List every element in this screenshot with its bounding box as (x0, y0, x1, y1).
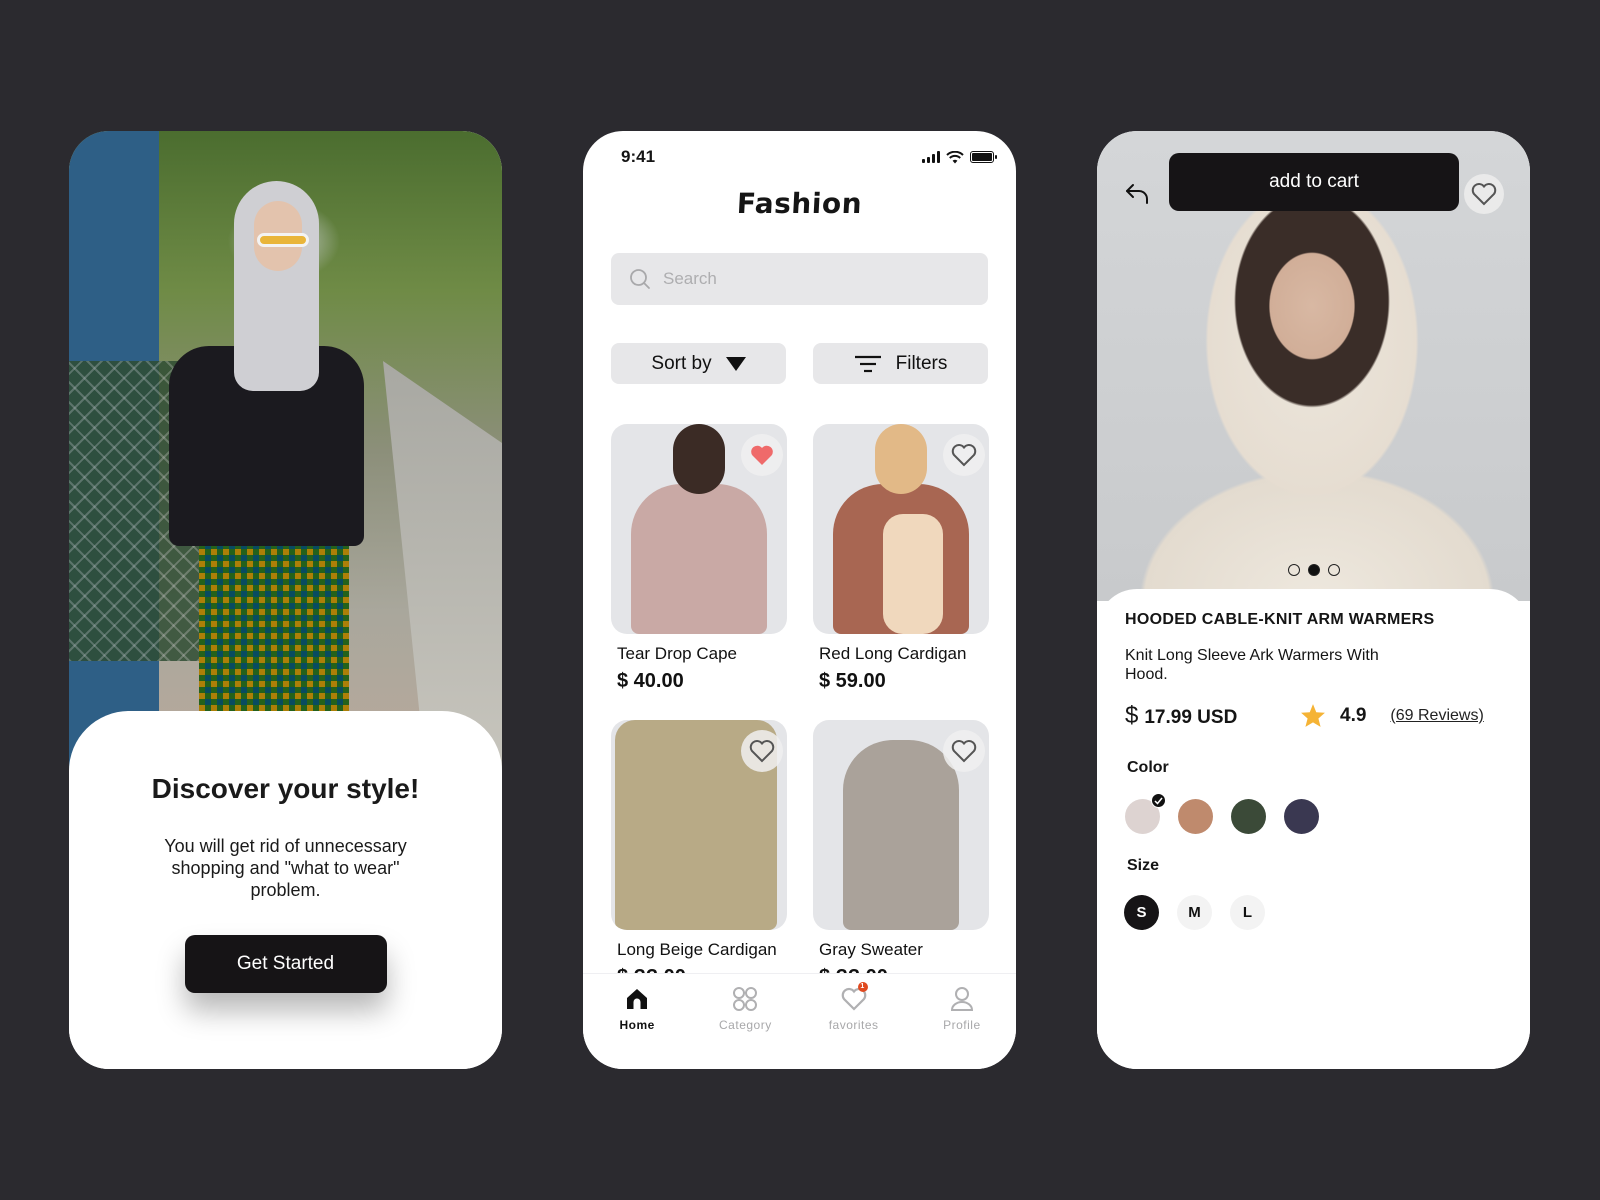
reviews-link[interactable]: (69 Reviews) (1390, 707, 1483, 725)
favorite-button[interactable] (1464, 174, 1504, 214)
status-time: 9:41 (621, 147, 656, 166)
check-icon (1151, 793, 1166, 808)
caret-down-icon (725, 356, 746, 371)
pagination-dot-active[interactable] (1307, 564, 1320, 576)
size-option-s[interactable]: S (1124, 895, 1159, 930)
product-card[interactable]: Red Long Cardigan $ 59.00 (813, 424, 989, 693)
product-price: $17.99 USD (1125, 702, 1237, 730)
back-arrow-icon[interactable] (1123, 179, 1153, 209)
product-name: HOODED CABLE-KNIT ARM WARMERS (1125, 611, 1435, 628)
favorite-button[interactable] (943, 730, 985, 772)
garment-shape (631, 484, 767, 634)
currency-symbol: $ (1125, 702, 1139, 729)
onboarding-sheet: Discover your style! You will get rid of… (69, 711, 502, 1069)
color-options (1125, 793, 1319, 834)
onboarding-screen: Discover your style! You will get rid of… (69, 131, 502, 1069)
product-name: Long Beige Cardigan (617, 940, 777, 959)
page-title: Fashion (736, 187, 863, 220)
tab-home[interactable]: Home (592, 984, 682, 1069)
filters-label: Filters (895, 352, 948, 374)
favorites-badge: 1 (857, 982, 868, 992)
product-info-sheet: HOODED CABLE-KNIT ARM WARMERS Knit Long … (1097, 589, 1530, 1069)
product-image (611, 424, 787, 634)
product-name: Tear Drop Cape (617, 644, 738, 663)
tab-label: Profile (943, 1018, 981, 1032)
color-label: Color (1127, 759, 1169, 776)
user-icon (950, 987, 973, 1011)
scarf-shape (883, 514, 943, 634)
search-input[interactable] (663, 269, 963, 289)
garment-shape (843, 740, 959, 930)
product-card[interactable]: Tear Drop Cape $ 40.00 (611, 424, 787, 693)
model-head (673, 424, 725, 494)
onboarding-title: Discover your style! (151, 773, 420, 804)
star-icon (1301, 704, 1325, 727)
onboarding-body: You will get rid of unnecessary shopping… (164, 836, 407, 900)
product-description: Knit Long Sleeve Ark Warmers With Hood. (1125, 647, 1379, 683)
size-label: Size (1127, 857, 1160, 874)
heart-outline-icon (1471, 183, 1497, 206)
pagination-dot[interactable] (1287, 564, 1300, 576)
wifi-icon (946, 150, 964, 163)
heart-filled-icon (751, 445, 773, 465)
heart-outline-icon (951, 444, 977, 467)
rating-value: 4.9 (1340, 704, 1367, 726)
product-name: Red Long Cardigan (819, 644, 967, 663)
tab-category[interactable]: Category (700, 984, 790, 1069)
product-image (813, 720, 989, 930)
product-image (611, 720, 787, 930)
color-swatch-navy[interactable] (1284, 799, 1319, 834)
product-image (813, 424, 989, 634)
product-price: $ 40.00 (617, 670, 684, 692)
model-head (875, 424, 927, 494)
battery-icon (970, 151, 997, 163)
pagination-dot[interactable] (1327, 564, 1340, 576)
color-swatch-cream[interactable] (1125, 793, 1166, 834)
tab-label: favorites (828, 1018, 879, 1032)
heart-outline-icon (749, 740, 775, 763)
tab-favorites[interactable]: 1 favorites (809, 982, 899, 1069)
bottom-tab-bar: Home Category 1 favorites Profile (583, 973, 1016, 1069)
favorite-button[interactable] (741, 434, 783, 476)
color-swatch-forest-green[interactable] (1231, 799, 1266, 834)
status-bar: 9:41 (621, 147, 997, 167)
home-icon (627, 989, 648, 1009)
favorite-button[interactable] (741, 730, 783, 772)
favorite-button[interactable] (943, 434, 985, 476)
add-to-cart-button[interactable]: add to cart (1169, 153, 1459, 211)
hero-photo (69, 131, 502, 771)
tab-profile[interactable]: Profile (917, 984, 1007, 1069)
photo-sunglasses (257, 233, 309, 247)
filter-icon (854, 355, 881, 372)
catalog-screen: 9:41 Fashion Sort by Filters Tear (583, 131, 1016, 1069)
size-option-m[interactable]: M (1177, 895, 1212, 930)
rating: 4.9 (69 Reviews) (1300, 703, 1484, 728)
product-detail-screen: HOODED CABLE-KNIT ARM WARMERS Knit Long … (1097, 131, 1530, 1069)
search-icon (630, 269, 650, 289)
sort-by-label: Sort by (651, 352, 712, 374)
sort-by-button[interactable]: Sort by (611, 343, 786, 384)
filters-button[interactable]: Filters (813, 343, 988, 384)
tab-label: Category (719, 1018, 772, 1032)
size-option-l[interactable]: L (1230, 895, 1265, 930)
product-name: Gray Sweater (819, 940, 923, 959)
product-card[interactable]: Gray Sweater $ ??.00 (813, 720, 989, 989)
heart-outline-icon (951, 740, 977, 763)
product-price: $ 59.00 (819, 670, 886, 692)
color-swatch-tan[interactable] (1178, 799, 1213, 834)
tab-label: Home (619, 1018, 655, 1032)
gallery-pagination (1097, 564, 1530, 576)
price-value: 17.99 USD (1144, 707, 1238, 728)
signal-icon (922, 151, 940, 163)
search-bar[interactable] (611, 253, 988, 305)
grid-icon (733, 987, 758, 1011)
product-card[interactable]: Long Beige Cardigan $ ??.00 (611, 720, 787, 989)
get-started-button[interactable]: Get Started (184, 935, 387, 993)
size-options: S M L (1124, 895, 1265, 930)
